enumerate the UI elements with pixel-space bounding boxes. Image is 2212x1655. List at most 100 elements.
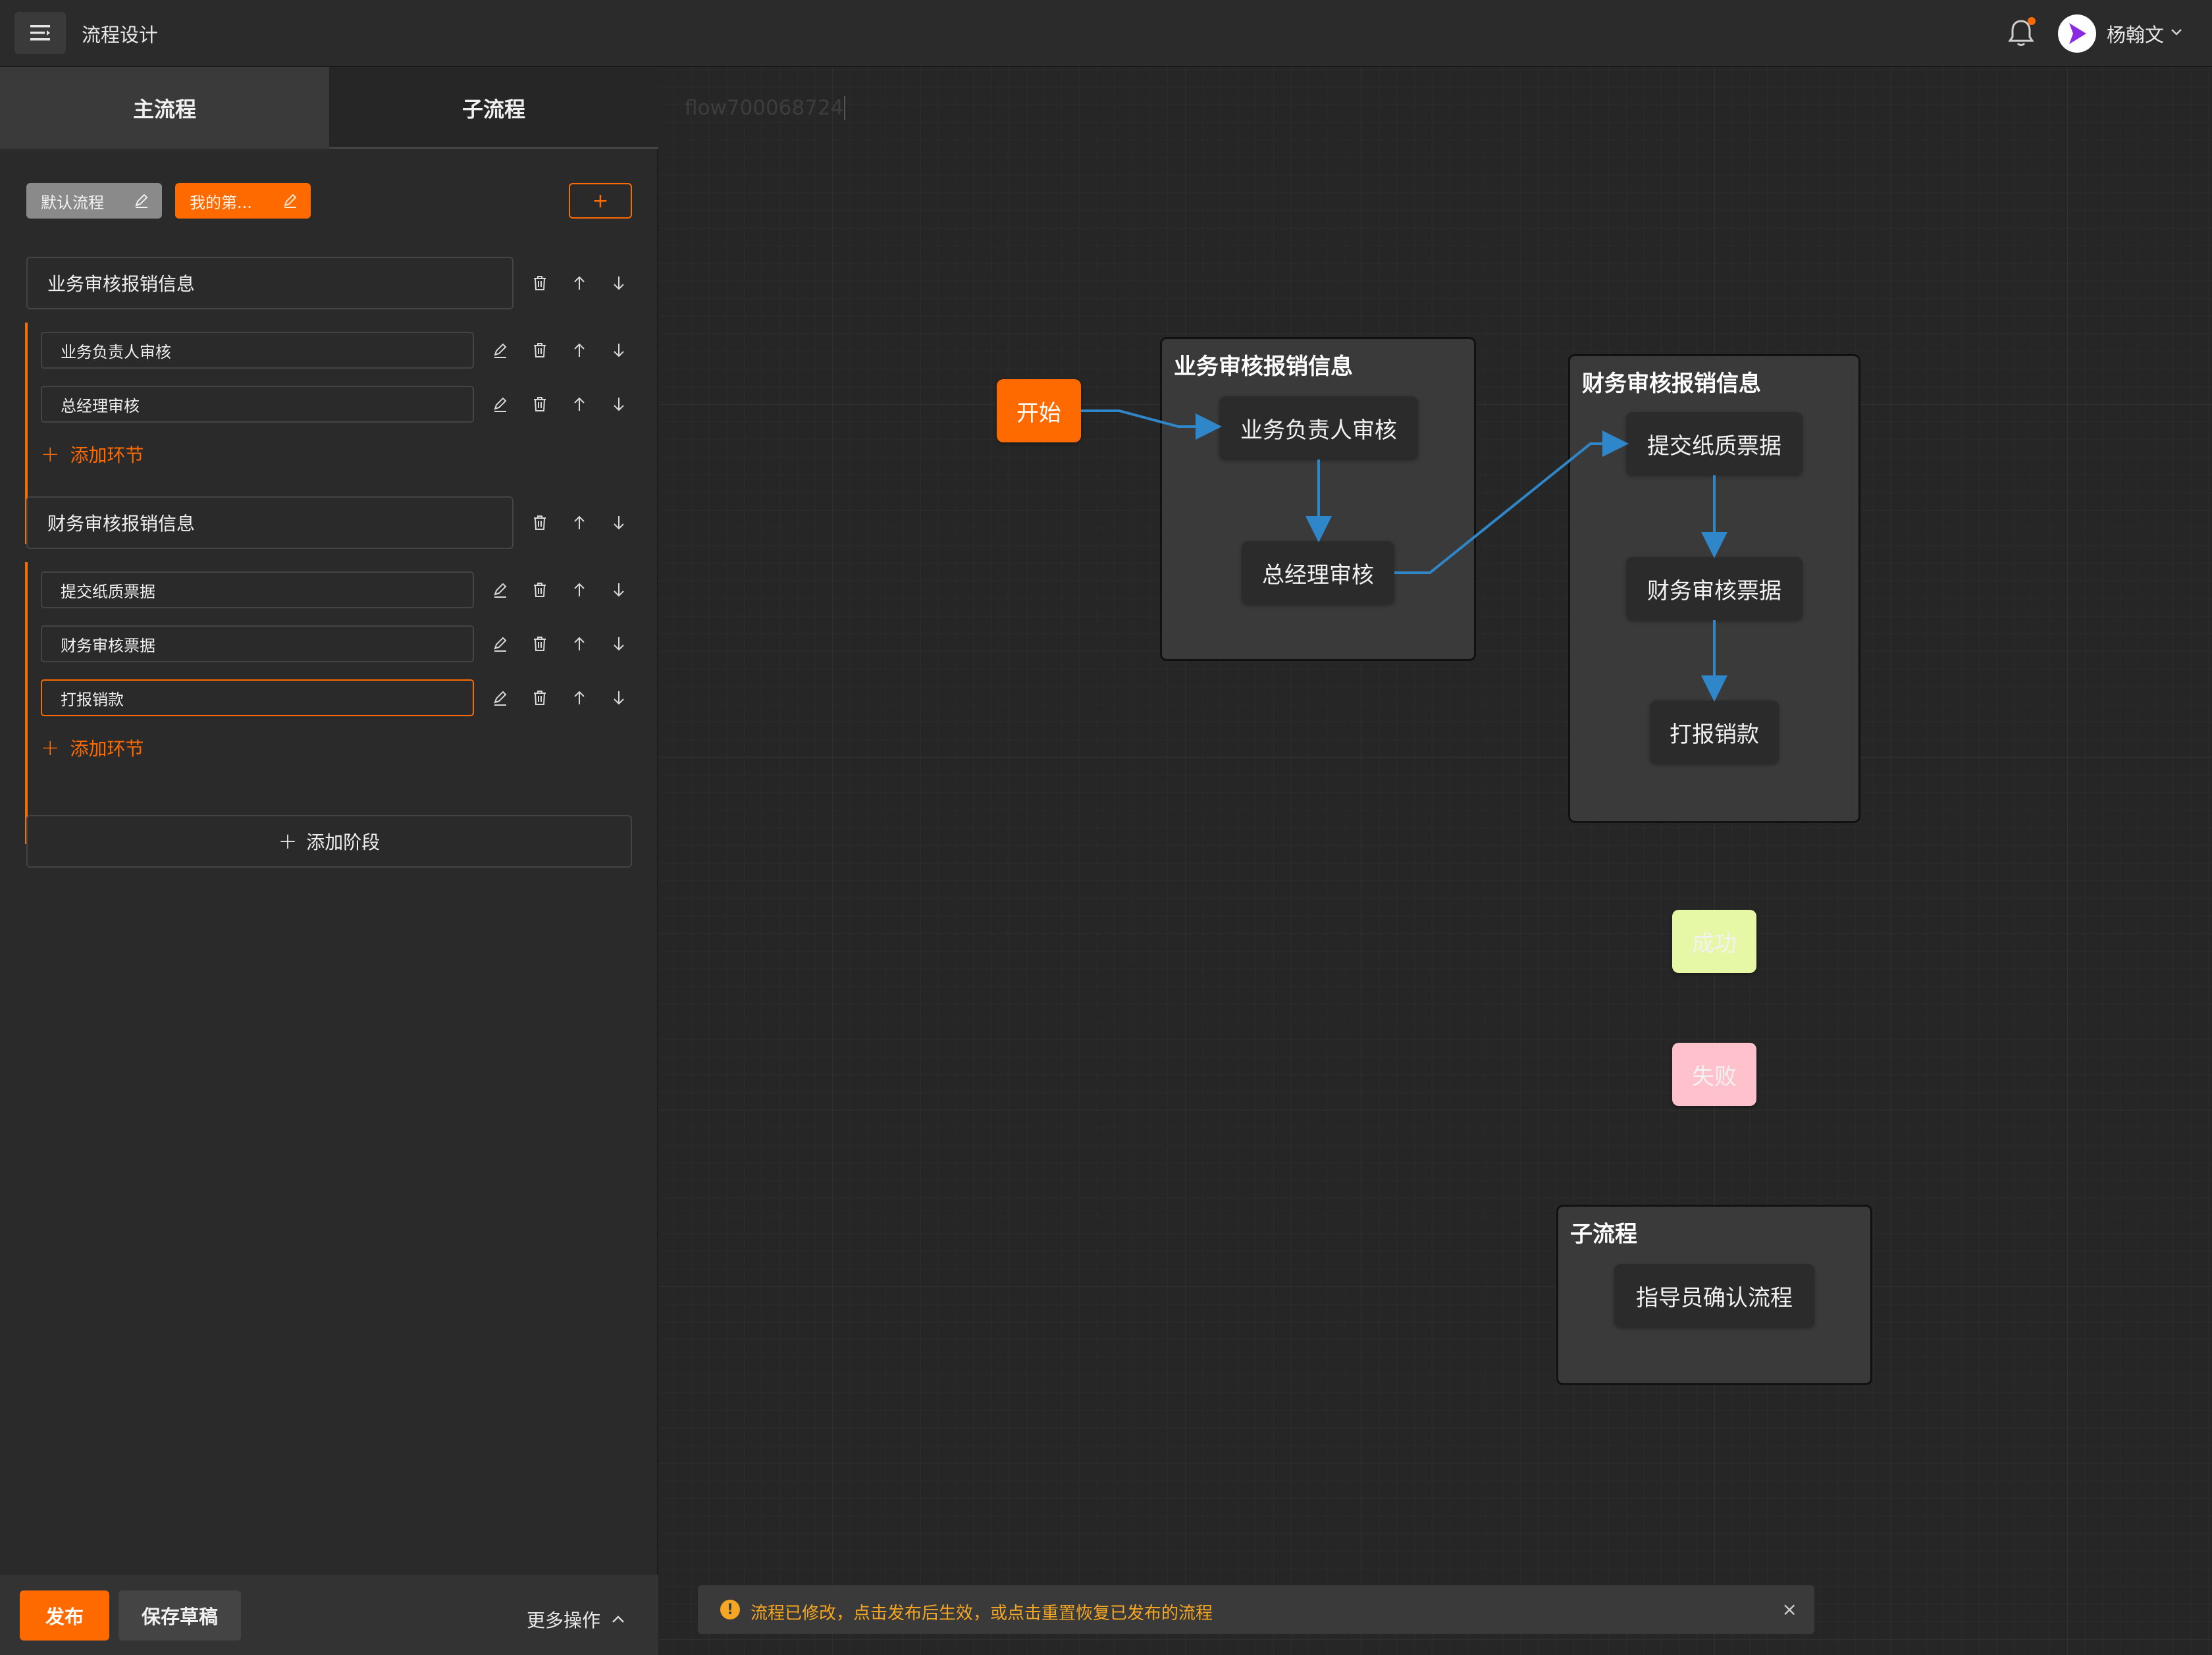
move-up-button[interactable]	[560, 391, 599, 417]
arrow-up-icon	[574, 515, 585, 529]
trash-icon	[534, 397, 546, 411]
plus-icon: +	[278, 828, 298, 854]
group-title: 业务审核报销信息	[1174, 354, 1353, 380]
delete-button[interactable]	[520, 510, 560, 536]
move-up-button[interactable]	[560, 685, 599, 711]
trash-icon	[534, 637, 546, 651]
flow-node[interactable]: 财务审核票据	[1626, 557, 1803, 620]
move-up-button[interactable]	[560, 577, 599, 603]
move-down-button[interactable]	[599, 685, 639, 711]
user-name[interactable]: 杨翰文	[2107, 20, 2164, 47]
trash-icon	[534, 583, 546, 597]
step-field[interactable]: 提交纸质票据	[41, 571, 474, 608]
move-down-button[interactable]	[599, 337, 639, 363]
flow-node[interactable]: 业务负责人审核	[1219, 396, 1418, 460]
flow-node[interactable]: 提交纸质票据	[1626, 412, 1803, 475]
notice-message: 流程已修改，点击发布后生效，或点击重置恢复已发布的流程	[750, 1604, 1213, 1623]
stage-actions	[520, 270, 639, 296]
flow-chip-label: 默认流程	[41, 193, 104, 212]
success-node[interactable]: 成功	[1672, 910, 1756, 973]
move-down-button[interactable]	[599, 391, 639, 417]
flow-canvas[interactable]	[660, 67, 2212, 1655]
delete-button[interactable]	[520, 337, 560, 363]
fail-node[interactable]: 失败	[1672, 1043, 1756, 1106]
step-actions	[481, 631, 639, 657]
avatar[interactable]	[2058, 14, 2096, 53]
menu-toggle-button[interactable]	[14, 12, 66, 54]
delete-button[interactable]	[520, 685, 560, 711]
step-field-active[interactable]: 打报销款	[41, 679, 474, 716]
flow-chip-default[interactable]: 默认流程	[26, 183, 162, 219]
chevron-up-icon	[612, 1616, 624, 1623]
step-field[interactable]: 总经理审核	[41, 386, 474, 423]
group-title: 财务审核报销信息	[1582, 371, 1761, 397]
flow-node[interactable]: 打报销款	[1650, 700, 1779, 764]
move-up-button[interactable]	[560, 631, 599, 657]
edit-icon[interactable]	[282, 192, 299, 209]
page-title: 流程设计	[82, 24, 159, 46]
edit-button[interactable]	[481, 631, 520, 657]
move-down-button[interactable]	[599, 270, 639, 296]
flow-node[interactable]: 总经理审核	[1242, 541, 1394, 604]
arrow-up-icon	[574, 276, 585, 290]
delete-button[interactable]	[520, 391, 560, 417]
edit-button[interactable]	[481, 577, 520, 603]
tab-sub-flow[interactable]: 子流程	[329, 67, 658, 149]
edit-button[interactable]	[481, 337, 520, 363]
start-node[interactable]: 开始	[997, 379, 1081, 442]
edit-icon	[494, 691, 507, 706]
stage-name-field[interactable]: 业务审核报销信息	[26, 257, 514, 309]
arrow-up-icon	[574, 637, 585, 650]
stage-group-business[interactable]: 业务审核报销信息	[1160, 337, 1476, 661]
stage-name-field[interactable]: 财务审核报销信息	[26, 496, 514, 549]
trash-icon	[534, 343, 546, 357]
arrow-down-icon	[614, 344, 624, 357]
step-field[interactable]: 财务审核票据	[41, 625, 474, 662]
arrow-up-icon	[574, 691, 585, 704]
stage-bracket	[25, 562, 28, 844]
add-flow-button[interactable]: +	[569, 183, 632, 219]
edit-icon	[494, 343, 507, 358]
flow-id-label[interactable]: flow700068724	[685, 96, 843, 120]
flow-chip-mine[interactable]: 我的第...	[175, 183, 311, 219]
add-step-button[interactable]: + 添加环节	[41, 441, 144, 467]
step-actions	[481, 577, 639, 603]
arrow-down-icon	[614, 516, 624, 530]
flow-chip-label: 我的第...	[190, 193, 252, 212]
save-draft-button[interactable]: 保存草稿	[118, 1590, 241, 1641]
tab-main-flow[interactable]: 主流程	[0, 67, 329, 149]
close-icon[interactable]: ×	[1782, 1598, 1797, 1620]
bottom-action-bar: 发布 保存草稿 更多操作	[0, 1575, 658, 1655]
delete-button[interactable]	[520, 577, 560, 603]
delete-button[interactable]	[520, 631, 560, 657]
step-field[interactable]: 业务负责人审核	[41, 332, 474, 369]
move-down-button[interactable]	[599, 631, 639, 657]
move-down-button[interactable]	[599, 510, 639, 536]
publish-button[interactable]: 发布	[20, 1590, 109, 1641]
tab-bar: 主流程 子流程	[0, 67, 658, 149]
delete-button[interactable]	[520, 270, 560, 296]
add-stage-button[interactable]: + 添加阶段	[26, 815, 632, 868]
plus-icon: +	[41, 441, 60, 467]
arrow-down-icon	[614, 637, 624, 651]
more-actions-button[interactable]: 更多操作	[527, 1606, 627, 1633]
move-up-button[interactable]	[560, 337, 599, 363]
more-actions-label: 更多操作	[527, 1610, 601, 1631]
move-up-button[interactable]	[560, 270, 599, 296]
flow-node[interactable]: 指导员确认流程	[1614, 1264, 1814, 1327]
edit-button[interactable]	[481, 685, 520, 711]
arrow-up-icon	[574, 397, 585, 411]
edit-button[interactable]	[481, 391, 520, 417]
chevron-down-icon[interactable]	[2169, 24, 2184, 39]
move-up-button[interactable]	[560, 510, 599, 536]
group-title: 子流程	[1570, 1221, 1637, 1248]
add-step-button[interactable]: + 添加环节	[41, 735, 144, 761]
arrow-down-icon	[614, 583, 624, 597]
move-down-button[interactable]	[599, 577, 639, 603]
add-step-label: 添加环节	[70, 444, 144, 466]
edit-icon	[494, 637, 507, 652]
arrow-up-icon	[574, 583, 585, 596]
edit-icon[interactable]	[133, 192, 150, 209]
left-panel: 主流程 子流程 默认流程 我的第... + 业务审核报销信息 业务负责人审核 总…	[0, 67, 658, 1655]
trash-icon	[534, 276, 546, 290]
